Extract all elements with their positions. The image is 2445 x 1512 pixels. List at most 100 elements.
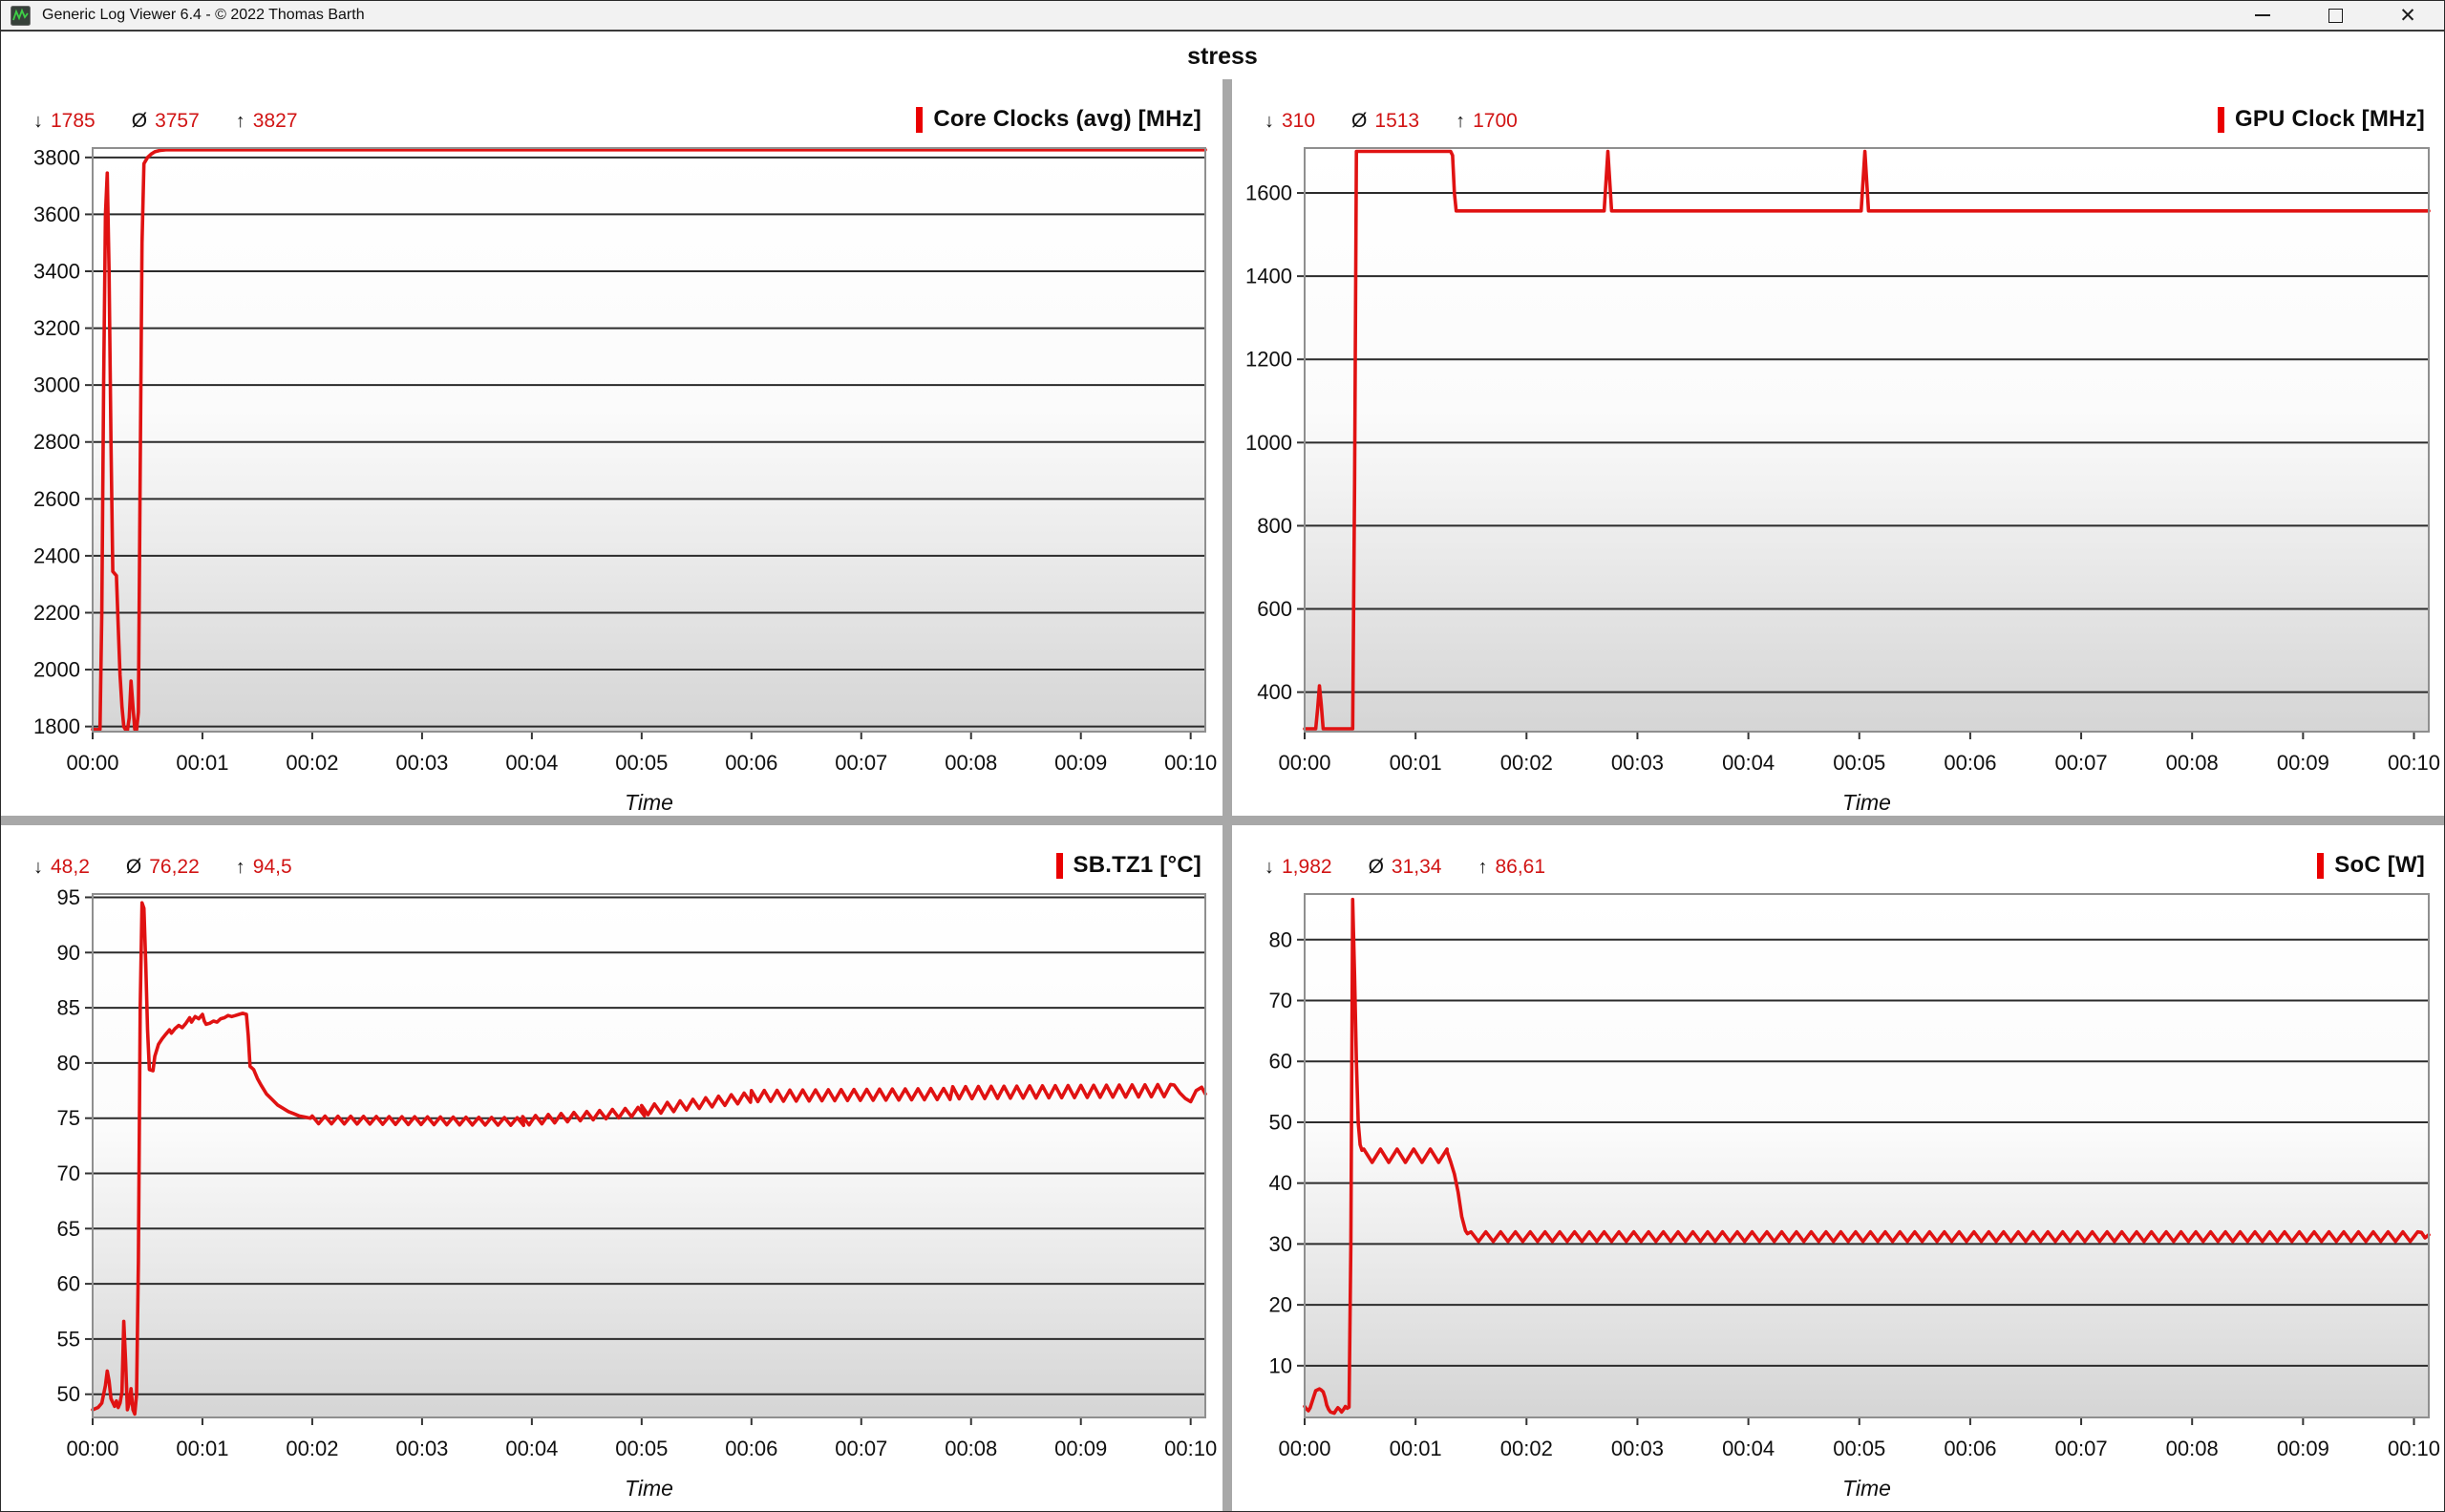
legend-label: SoC [W] <box>2334 852 2425 879</box>
x-tick-label: 00:03 <box>1611 1437 1664 1460</box>
stat-avg: Ø 31,34 <box>1369 856 1442 879</box>
x-tick-label: 00:10 <box>1164 751 1217 775</box>
legend-label: Core Clocks (avg) [MHz] <box>933 106 1201 133</box>
y-tick-label: 60 <box>57 1272 80 1296</box>
panel-gpu-clock: ↓310 Ø1513 ↑1700 GPU Clock [MHz] 4006008… <box>1232 79 2445 816</box>
title-bar[interactable]: Generic Log Viewer 6.4 - © 2022 Thomas B… <box>1 1 2444 32</box>
stat-avg-value: 3757 <box>155 110 200 133</box>
y-tick-label: 3000 <box>33 373 80 397</box>
stat-max: ↑1700 <box>1456 110 1518 133</box>
vertical-splitter[interactable] <box>1222 825 1232 1512</box>
y-tick-label: 1600 <box>1245 181 1292 205</box>
x-tick-label: 00:04 <box>505 751 558 775</box>
stat-min: ↓1,982 <box>1265 856 1332 879</box>
y-tick-label: 70 <box>1269 989 1292 1012</box>
y-tick-label: 50 <box>1269 1110 1292 1134</box>
stat-max: ↑86,61 <box>1478 856 1545 879</box>
x-axis-title: Time <box>625 790 673 815</box>
panel-header-core-clocks: ↓1785 Ø3757 ↑3827 Core Clocks (avg) [MHz… <box>1 79 1222 142</box>
legend-color-bar <box>916 107 923 133</box>
y-tick-label: 3600 <box>33 202 80 226</box>
x-tick-label: 00:09 <box>1054 751 1107 775</box>
panel-sb-tz1: ↓48,2 Ø76,22 ↑94,5 SB.TZ1 [°C] 505560657… <box>1 825 1222 1512</box>
x-tick-label: 00:01 <box>176 1437 228 1460</box>
x-tick-label: 00:08 <box>945 1437 997 1460</box>
x-tick-label: 00:04 <box>1722 1437 1775 1460</box>
legend-core-clocks: Core Clocks (avg) [MHz] <box>916 106 1201 133</box>
y-tick-label: 65 <box>57 1217 80 1241</box>
avg-diameter-icon: Ø <box>132 110 147 133</box>
core-clocks-chart: 1800200022002400260028003000320034003600… <box>1 142 1222 816</box>
stat-min: ↓48,2 <box>33 856 90 879</box>
y-tick-label: 2400 <box>33 543 80 567</box>
x-tick-label: 00:00 <box>66 1437 118 1460</box>
y-tick-label: 80 <box>57 1051 80 1075</box>
stat-avg-value: 31,34 <box>1392 856 1442 879</box>
maximize-icon <box>2328 9 2343 23</box>
y-tick-label: 2800 <box>33 430 80 454</box>
legend-color-bar <box>2317 853 2324 879</box>
stat-max-value: 86,61 <box>1495 856 1545 879</box>
app-window: Generic Log Viewer 6.4 - © 2022 Thomas B… <box>0 0 2445 1512</box>
min-arrow-icon: ↓ <box>1265 111 1274 133</box>
x-tick-label: 00:01 <box>1390 751 1442 775</box>
x-tick-label: 00:02 <box>1500 751 1553 775</box>
window-controls: ✕ <box>2226 1 2444 30</box>
y-tick-label: 3400 <box>33 259 80 283</box>
x-tick-label: 00:01 <box>1390 1437 1442 1460</box>
x-tick-label: 00:10 <box>1164 1437 1217 1460</box>
stat-max: ↑94,5 <box>236 856 292 879</box>
stat-min-value: 310 <box>1282 110 1315 133</box>
x-tick-label: 00:06 <box>1944 1437 1996 1460</box>
legend-gpu-clock: GPU Clock [MHz] <box>2218 106 2425 133</box>
y-tick-label: 800 <box>1257 514 1292 538</box>
minimize-icon <box>2255 14 2270 16</box>
page-title: stress <box>1 33 2444 79</box>
avg-diameter-icon: Ø <box>126 856 141 879</box>
y-tick-label: 55 <box>57 1327 80 1351</box>
close-button[interactable]: ✕ <box>2371 1 2444 30</box>
horizontal-splitter[interactable] <box>1 816 2445 825</box>
x-tick-label: 00:03 <box>395 1437 448 1460</box>
avg-diameter-icon: Ø <box>1369 856 1384 879</box>
legend-soc-power: SoC [W] <box>2317 852 2425 879</box>
max-arrow-icon: ↑ <box>1456 111 1465 133</box>
panel-soc-power: ↓1,982 Ø31,34 ↑86,61 SoC [W] 10203040506… <box>1232 825 2445 1512</box>
x-axis-title: Time <box>1842 790 1891 815</box>
x-axis-title: Time <box>625 1476 673 1501</box>
plot-soc-power: 102030405060708000:0000:0100:0200:0300:0… <box>1232 888 2445 1512</box>
x-tick-label: 00:07 <box>835 751 887 775</box>
y-tick-label: 400 <box>1257 680 1292 704</box>
y-tick-label: 40 <box>1269 1171 1292 1195</box>
stat-max-value: 94,5 <box>253 856 292 879</box>
legend-color-bar <box>2218 107 2224 133</box>
x-tick-label: 00:09 <box>2277 751 2329 775</box>
min-arrow-icon: ↓ <box>1265 857 1274 879</box>
x-tick-label: 00:07 <box>2055 751 2108 775</box>
stat-avg: Ø1513 <box>1351 110 1419 133</box>
x-tick-label: 00:08 <box>2166 751 2219 775</box>
legend-label: SB.TZ1 [°C] <box>1074 852 1201 879</box>
x-tick-label: 00:03 <box>395 751 448 775</box>
x-tick-label: 00:05 <box>1833 1437 1885 1460</box>
x-tick-label: 00:02 <box>286 751 338 775</box>
y-tick-label: 1000 <box>1245 431 1292 455</box>
vertical-splitter[interactable] <box>1222 79 1232 816</box>
x-tick-label: 00:09 <box>2277 1437 2329 1460</box>
x-tick-label: 00:05 <box>615 1437 668 1460</box>
close-icon: ✕ <box>2399 6 2416 26</box>
window-title: Generic Log Viewer 6.4 - © 2022 Thomas B… <box>42 7 365 24</box>
x-tick-label: 00:01 <box>176 751 228 775</box>
y-tick-label: 2200 <box>33 601 80 625</box>
y-tick-label: 70 <box>57 1161 80 1185</box>
x-tick-label: 00:02 <box>286 1437 338 1460</box>
x-tick-label: 00:10 <box>2388 751 2440 775</box>
x-tick-label: 00:07 <box>2055 1437 2108 1460</box>
x-tick-label: 00:04 <box>1722 751 1775 775</box>
maximize-button[interactable] <box>2299 1 2371 30</box>
minimize-button[interactable] <box>2226 1 2299 30</box>
stat-min-value: 1785 <box>51 110 96 133</box>
sb-tz1-chart: 5055606570758085909500:0000:0100:0200:03… <box>1 888 1222 1512</box>
x-tick-label: 00:00 <box>66 751 118 775</box>
stat-avg-value: 76,22 <box>149 856 200 879</box>
